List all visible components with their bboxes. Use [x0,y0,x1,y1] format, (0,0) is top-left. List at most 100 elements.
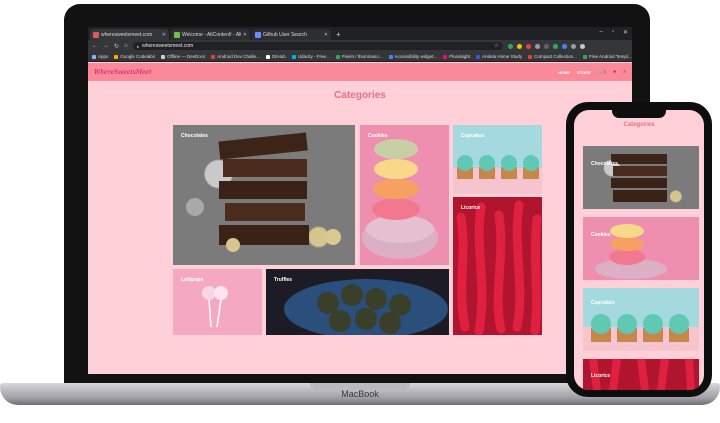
close-icon[interactable]: ✕ [243,32,247,38]
window-controls: – ▫ ✕ [599,29,628,36]
bookmark-icon [443,54,448,59]
category-label: Cupcakes [461,133,485,139]
extension-icon[interactable] [525,43,531,49]
close-window-icon[interactable]: ✕ [623,29,628,36]
bookmark-item[interactable]: Andela Home Study [476,54,522,59]
bookmark-item[interactable]: Offline — DevDocs [161,54,205,59]
user-icon[interactable]: ● [613,69,616,75]
site-logo[interactable]: WhereSweetsMeet [94,69,152,76]
bookmark-item[interactable]: Accessibility widget... [388,54,437,59]
category-label: Chocolates [591,161,618,167]
category-label: Licorice [461,205,481,211]
chocolate-stack-image [611,154,667,202]
back-arrow-icon[interactable]: ← [92,43,98,49]
favicon-icon [174,31,180,38]
extension-icon[interactable] [543,43,549,49]
extension-icon[interactable] [570,43,576,49]
bookmark-item[interactable]: Udacity - Free... [291,54,330,59]
bookmark-label: Pluralsight [449,54,471,59]
nav-store-link[interactable]: STORE [577,70,591,75]
bookmark-icon [92,54,96,59]
star-icon[interactable]: ☆ [494,43,498,49]
cupcakes-image [591,314,689,342]
category-label: Truffles [274,277,293,283]
tab-title: Github User Search [263,31,307,38]
extension-icon[interactable] [552,43,558,49]
cart-count: 0 [603,69,607,74]
laptop-screen: wheresweetsmeet.com ✕ Welcome - AltConte… [88,27,632,374]
phone-notch [612,110,666,118]
category-label: Cookies [368,133,388,139]
address-bar[interactable]: ● wheresweetsmeet.com ☆ [132,42,503,50]
category-tile-licorice[interactable]: Licorice [453,197,542,335]
bookmark-label: Android Dev Challe... [217,54,260,59]
category-tile-chocolates[interactable]: Chocolates [173,125,355,265]
site-navbar: WhereSweetsMeet HOME STORE 🛒0 ● ⌕ [88,63,632,81]
bookmark-item[interactable]: Pixel4 / thommaso... [335,54,383,59]
phone-category-cookies[interactable]: Cookies [583,217,699,280]
extension-icon[interactable] [561,43,567,49]
site-nav-links: HOME STORE 🛒0 ● ⌕ [558,69,626,75]
macarons-image [362,139,438,259]
category-tile-truffles[interactable]: Truffles [266,269,449,335]
close-icon[interactable]: ✕ [324,32,328,38]
bookmark-item[interactable]: Compact Collection... [528,54,577,59]
bookmark-item[interactable]: Apps [92,54,108,59]
home-icon[interactable]: ⌂ [124,43,128,49]
category-tile-cupcakes[interactable]: Cupcakes [453,125,542,194]
browser-toolbar: ← → ↻ ⌂ ● wheresweetsmeet.com ☆ [88,40,632,52]
category-label: Cupcakes [591,300,615,306]
nav-home-link[interactable]: HOME [558,70,570,75]
category-label: Licorice [591,373,611,379]
category-label: Chocolates [181,133,208,139]
phone-category-cupcakes[interactable]: Cupcakes [583,288,699,351]
bookmark-item[interactable]: Pluralsight [443,54,470,59]
phone-category-chocolates[interactable]: Chocolates [583,146,699,209]
bookmark-label: Andela Home Study [482,54,523,59]
bookmark-item[interactable]: Free Android Templ... [582,54,632,59]
page-title: Categories [334,90,386,101]
phone-screen: Categories Chocolates Cookies Cupcakes L… [574,110,704,390]
category-label: Lollipops [181,277,204,283]
extension-icons [507,43,585,49]
extension-icon[interactable] [507,43,513,49]
category-label: Cookies [591,232,611,238]
bookmark-icon [114,54,119,59]
bookmark-icon [528,54,533,59]
tab-altcontent[interactable]: Welcome - AltContent! - Alt... ✕ [171,29,250,40]
minimize-icon[interactable]: – [599,29,602,36]
maximize-icon[interactable]: ▫ [612,29,614,36]
close-icon[interactable]: ✕ [162,32,166,38]
extension-icon[interactable] [516,43,522,49]
bookmark-label: Udacity - Free... [297,54,330,59]
bookmark-label: Google Codelabs [120,54,156,59]
bookmark-icon [388,54,393,59]
bookmark-icon [265,54,270,59]
truffles-bowl-image [284,279,448,335]
bookmark-item[interactable]: GitHub [265,54,286,59]
favicon-icon [255,31,261,38]
bookmark-label: Offline — DevDocs [167,54,206,59]
extension-icon[interactable] [579,43,585,49]
reload-icon[interactable]: ↻ [114,43,119,50]
lock-icon: ● [136,43,140,49]
red-licorice-image [456,200,542,335]
search-icon[interactable]: ⌕ [623,69,626,75]
new-tab-button[interactable]: + [336,29,341,40]
bookmark-icon [582,54,587,59]
category-tile-lollipops[interactable]: Lollipops [173,269,262,335]
extension-icon[interactable] [534,43,540,49]
tab-wheresweetsmeet[interactable]: wheresweetsmeet.com ✕ [90,29,169,40]
chocolate-stack-image [186,132,341,252]
cart-icon[interactable]: 🛒0 [598,69,606,75]
tab-github-user-search[interactable]: Github User Search ✕ [252,29,331,40]
bookmark-label: Pixel4 / thommaso... [341,54,383,59]
bookmark-icon [335,54,340,59]
bookmark-item[interactable]: Android Dev Challe... [211,54,260,59]
phone-category-licorice[interactable]: Licorice [583,359,699,390]
browser-tab-bar: wheresweetsmeet.com ✕ Welcome - AltConte… [88,27,632,40]
bookmark-item[interactable]: Google Codelabs [114,54,155,59]
device-mockup: MacBook wheresweetsmeet.com ✕ Welcome - … [0,0,720,423]
category-tile-cookies[interactable]: Cookies [360,125,449,265]
forward-arrow-icon[interactable]: → [103,43,109,49]
